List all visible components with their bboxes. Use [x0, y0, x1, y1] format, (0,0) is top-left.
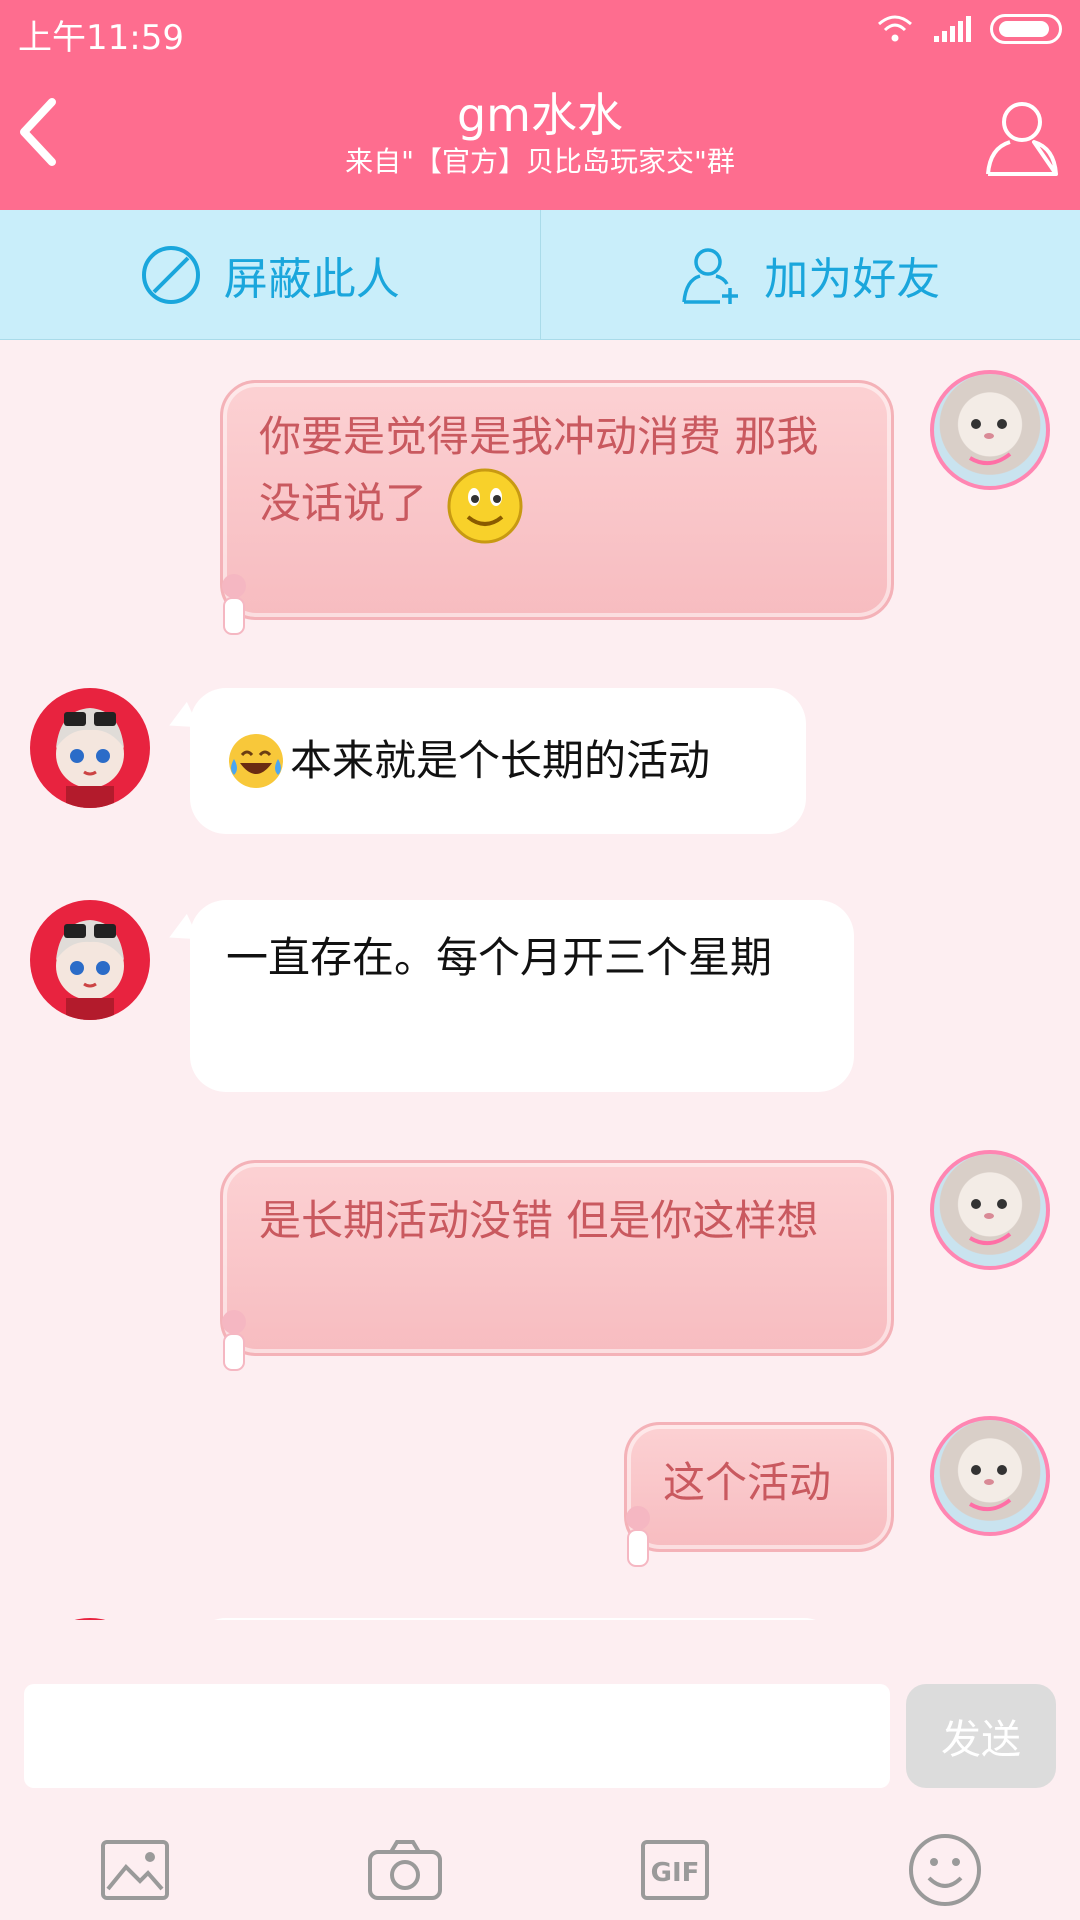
gif-button[interactable]: GIF [630, 1825, 720, 1915]
chevron-left-icon [20, 98, 56, 166]
my-avatar[interactable] [930, 1150, 1050, 1270]
message-text: 本来就是个长期的活动 [290, 736, 711, 785]
block-user-button[interactable]: 屏蔽此人 [0, 210, 540, 339]
message-bubble[interactable]: 本来就是个长期的活动 [190, 688, 806, 834]
top-bar: 上午11:59 gm水水 来自"【官方】贝比岛玩家交"群 [0, 0, 1080, 210]
camera-icon [368, 1840, 442, 1900]
block-user-label: 屏蔽此人 [223, 253, 400, 305]
smile-emoji-icon [447, 468, 523, 544]
message-bubble[interactable]: 一直存在。每个月开三个星期 [190, 900, 854, 1092]
message-bubble[interactable]: 你要是觉得是我冲动消费 那我没话说了 [220, 380, 894, 620]
my-avatar[interactable] [930, 370, 1050, 490]
cat-avatar-icon [968, 1465, 1012, 1512]
block-icon [141, 245, 200, 304]
add-friend-button[interactable]: 加为好友 [539, 210, 1080, 339]
status-time: 上午11:59 [18, 18, 184, 58]
chat-area[interactable]: 你要是觉得是我冲动消费 那我没话说了 本来就是个长期的活动 一直存在。每个月开三… [0, 340, 1080, 1620]
message-text: 这个活动 [663, 1458, 832, 1507]
profile-button[interactable] [982, 92, 1062, 182]
header-titles: gm水水 来自"【官方】贝比岛玩家交"群 [240, 86, 840, 180]
add-friend-label: 加为好友 [764, 253, 941, 305]
status-icons [876, 14, 1062, 44]
gif-icon: GIF [641, 1840, 709, 1900]
page-title: gm水水 [456, 88, 623, 142]
send-button[interactable]: 发送 [906, 1684, 1056, 1788]
media-toolbar: GIF [0, 1820, 1080, 1920]
girl-avatar-icon [56, 708, 124, 808]
doll-decoration-icon [222, 574, 246, 635]
battery-icon [990, 14, 1062, 44]
add-user-icon [682, 247, 739, 304]
wifi-icon [878, 15, 912, 42]
emoji-button[interactable] [900, 1825, 990, 1915]
emoji-icon [909, 1834, 981, 1906]
sender-avatar[interactable] [30, 688, 150, 808]
message-bubble[interactable]: 是长期活动没错 但是你这样想 [220, 1160, 894, 1356]
laugh-tears-emoji-icon [229, 734, 283, 788]
message-input[interactable] [24, 1684, 890, 1788]
back-button[interactable] [12, 92, 72, 172]
my-avatar[interactable] [930, 1416, 1050, 1536]
message-text: 你要是觉得是我冲动消费 那我没话说了 [259, 412, 819, 528]
image-button[interactable] [90, 1825, 180, 1915]
sender-avatar[interactable] [30, 900, 150, 1020]
girl-avatar-icon [56, 920, 124, 1020]
user-icon [986, 102, 1058, 176]
doll-decoration-icon [222, 1310, 246, 1371]
action-bar: 屏蔽此人 加为好友 [0, 210, 1080, 340]
message-text: 是长期活动没错 但是你这样想 [259, 1196, 819, 1245]
message-bubble[interactable]: 这个活动 [624, 1422, 894, 1552]
cat-avatar-icon [968, 1199, 1012, 1246]
message-text: 一直存在。每个月开三个星期 [226, 933, 773, 982]
composer: 发送 GIF [0, 1620, 1080, 1920]
doll-decoration-icon [626, 1506, 650, 1567]
gif-label: GIF [651, 1858, 700, 1888]
image-icon [101, 1840, 169, 1900]
page-subtitle: 来自"【官方】贝比岛玩家交"群 [345, 145, 735, 178]
signal-icon [934, 16, 971, 42]
status-bar: 上午11:59 [0, 0, 1080, 60]
cat-avatar-icon [968, 419, 1012, 466]
camera-button[interactable] [360, 1825, 450, 1915]
